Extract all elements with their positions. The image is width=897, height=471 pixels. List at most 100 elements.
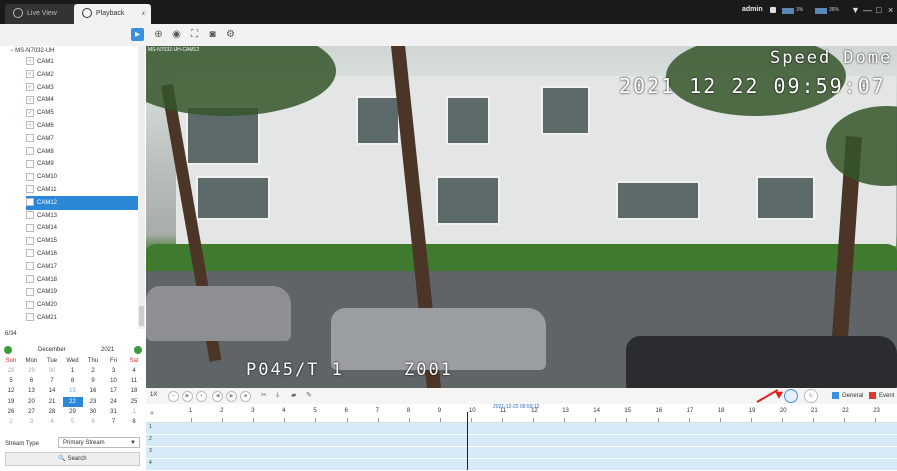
tab-playback[interactable]: Playback ×: [74, 4, 151, 24]
calendar-day[interactable]: 24: [104, 397, 124, 407]
timeline[interactable]: « 2021-12-22 09:59:12 1 2 3 4 5 6 7 8 9 10 11 12 13 1…: [146, 404, 897, 471]
calendar-day[interactable]: 6: [83, 417, 103, 427]
calendar-day[interactable]: 29: [22, 366, 42, 376]
timeline-cursor[interactable]: [467, 412, 468, 470]
calendar-day[interactable]: 13: [22, 386, 42, 396]
camera-checkbox[interactable]: [26, 262, 34, 271]
calendar-day[interactable]: 25: [124, 397, 144, 407]
calendar-day[interactable]: 2: [83, 366, 103, 376]
calendar-day[interactable]: 4: [124, 366, 144, 376]
speed-up-icon[interactable]: +: [196, 391, 207, 402]
calendar-day[interactable]: 19: [1, 397, 21, 407]
camera-checkbox[interactable]: [26, 313, 34, 322]
calendar-day[interactable]: 4: [42, 417, 62, 427]
camera-checkbox[interactable]: [26, 198, 34, 207]
calendar-day[interactable]: 22: [62, 396, 83, 407]
next-month-icon[interactable]: [134, 346, 142, 354]
step-forward-icon[interactable]: ▶: [226, 391, 237, 402]
calendar-day[interactable]: 8: [124, 417, 144, 427]
lock-icon[interactable]: [770, 7, 776, 13]
close-button[interactable]: ×: [888, 5, 893, 15]
smart-search-button[interactable]: [784, 389, 798, 403]
calendar-day[interactable]: 11: [124, 376, 144, 386]
camera-checkbox[interactable]: [26, 211, 34, 220]
calendar-day[interactable]: 10: [104, 376, 124, 386]
calendar-day[interactable]: 6: [22, 376, 42, 386]
calendar-day[interactable]: 7: [104, 417, 124, 427]
cut-icon[interactable]: ✂: [261, 391, 267, 399]
calendar-day[interactable]: 17: [104, 386, 124, 396]
timeline-ruler[interactable]: « 2021-12-22 09:59:12 1 2 3 4 5 6 7 8 9 10 11 12 13 1…: [146, 404, 897, 423]
camera-checkbox[interactable]: [26, 249, 34, 258]
calendar-day[interactable]: 5: [1, 376, 21, 386]
stop-icon[interactable]: ■: [240, 391, 251, 402]
calendar-day[interactable]: 7: [42, 376, 62, 386]
calendar-day[interactable]: 31: [104, 407, 124, 417]
view-icon[interactable]: ◉: [170, 28, 183, 41]
step-back-icon[interactable]: ◀: [212, 391, 223, 402]
camera-checkbox[interactable]: [26, 300, 34, 309]
search-button[interactable]: 🔍 Search: [5, 452, 140, 466]
slow-down-icon[interactable]: –: [168, 391, 179, 402]
timeline-row[interactable]: 1: [146, 423, 897, 435]
timeline-row[interactable]: 3: [146, 447, 897, 459]
tree-root[interactable]: − MS-N7032-UH: [10, 48, 55, 54]
calendar-day[interactable]: 15: [63, 386, 83, 396]
camera-checkbox[interactable]: ✓: [26, 108, 34, 117]
calendar-day[interactable]: 23: [83, 397, 103, 407]
calendar-day[interactable]: 3: [22, 417, 42, 427]
calendar-day[interactable]: 18: [124, 386, 144, 396]
camera-item[interactable]: CAM21: [26, 311, 138, 325]
calendar-day[interactable]: 5: [63, 417, 83, 427]
settings-icon[interactable]: ⚙: [224, 28, 237, 41]
camera-checkbox[interactable]: [26, 223, 34, 232]
prev-month-icon[interactable]: [4, 346, 12, 354]
restore-button[interactable]: □: [876, 5, 881, 15]
calendar-day[interactable]: 8: [63, 376, 83, 386]
calendar-day[interactable]: 29: [63, 407, 83, 417]
timeline-row[interactable]: 4: [146, 459, 897, 471]
tree-scrollbar[interactable]: [138, 46, 145, 329]
stream-type-select[interactable]: Primary Stream ▼: [58, 437, 140, 448]
calendar-day[interactable]: 30: [42, 366, 62, 376]
download-icon[interactable]: ⤓: [276, 391, 279, 399]
camera-checkbox[interactable]: ✓: [26, 121, 34, 130]
camera-checkbox[interactable]: ✓: [26, 95, 34, 104]
timeline-prev-icon[interactable]: «: [150, 410, 154, 417]
fullscreen-icon[interactable]: ⛶: [188, 28, 201, 41]
sidebar-toggle-icon[interactable]: ▸: [131, 28, 144, 41]
calendar-day[interactable]: 26: [1, 407, 21, 417]
zoom-icon[interactable]: ⊕: [152, 28, 165, 41]
username[interactable]: admin: [742, 6, 763, 13]
edit-icon[interactable]: ✎: [306, 391, 312, 399]
add-tab-button[interactable]: +: [141, 5, 148, 19]
calendar-day[interactable]: 3: [104, 366, 124, 376]
tag-icon[interactable]: ▰: [291, 391, 296, 399]
calendar-day[interactable]: 27: [22, 407, 42, 417]
calendar-day[interactable]: 12: [1, 386, 21, 396]
play-icon[interactable]: ▶: [182, 391, 193, 402]
calendar-day[interactable]: 28: [1, 366, 21, 376]
snapshot-icon[interactable]: ◙: [206, 28, 219, 41]
calendar-day[interactable]: 9: [83, 376, 103, 386]
scroll-thumb[interactable]: [139, 306, 144, 326]
camera-checkbox[interactable]: [26, 236, 34, 245]
calendar-day[interactable]: 28: [42, 407, 62, 417]
calendar-day[interactable]: 21: [42, 397, 62, 407]
playback-speed[interactable]: 1X: [150, 392, 157, 398]
camera-checkbox[interactable]: ✓: [26, 83, 34, 92]
camera-checkbox[interactable]: [26, 275, 34, 284]
calendar-day[interactable]: 2: [1, 417, 21, 427]
video-player[interactable]: MS-N7032-UH-CAM12 Speed Dome 2021 12 22 …: [146, 46, 897, 388]
calendar-day[interactable]: 16: [83, 386, 103, 396]
camera-checkbox[interactable]: [26, 147, 34, 156]
camera-checkbox[interactable]: [26, 185, 34, 194]
camera-checkbox[interactable]: [26, 287, 34, 296]
camera-checkbox[interactable]: ✓: [26, 57, 34, 66]
camera-checkbox[interactable]: ✓: [26, 70, 34, 79]
camera-checkbox[interactable]: [26, 172, 34, 181]
filter-icon[interactable]: ▼: [851, 5, 860, 15]
calendar-day[interactable]: 1: [63, 366, 83, 376]
calendar-day[interactable]: 30: [83, 407, 103, 417]
calendar-day[interactable]: 1: [124, 407, 144, 417]
